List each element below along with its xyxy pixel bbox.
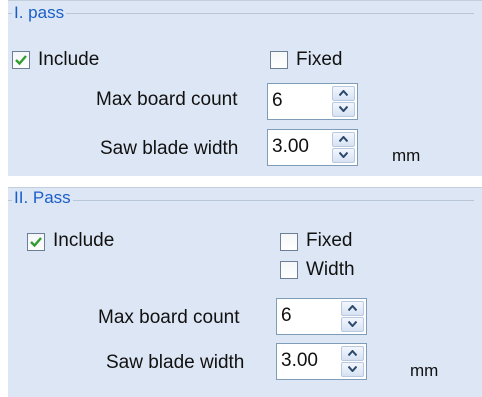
pass-2-max-board-count-value: 6 — [281, 305, 292, 326]
pass-1-max-board-count-label: Max board count — [96, 89, 238, 110]
pass-2-width-checkbox[interactable] — [280, 261, 298, 279]
pass-1-include-label: Include — [38, 49, 100, 70]
spin-up-button[interactable] — [341, 346, 364, 361]
chevron-down-icon — [339, 152, 348, 158]
pass-1-title: I. pass — [12, 3, 67, 23]
spin-up-button[interactable] — [332, 132, 355, 147]
pass-2-saw-blade-width-label: Saw blade width — [106, 352, 245, 373]
chevron-up-icon — [348, 350, 357, 356]
pass-2-group: II. Pass Include Fixed Width Max board c… — [8, 187, 482, 397]
pass-1-saw-blade-width-spinner[interactable]: 3.00 — [267, 129, 358, 166]
pass-1-fixed-label: Fixed — [296, 49, 343, 70]
pass-1-fixed-checkbox[interactable] — [270, 51, 288, 69]
pass-2-width-label: Width — [306, 259, 355, 280]
spin-up-button[interactable] — [341, 301, 364, 316]
pass-2-max-board-count-label: Max board count — [98, 307, 240, 328]
pass-2-title: II. Pass — [12, 188, 73, 208]
pass-1-max-board-count-value: 6 — [272, 90, 283, 111]
chevron-down-icon — [348, 321, 357, 327]
pass-2-saw-blade-width-value: 3.00 — [281, 350, 318, 371]
pass-2-include-label: Include — [53, 230, 115, 251]
pass-2-saw-blade-width-spinner[interactable]: 3.00 — [276, 343, 367, 380]
pass-2-include-checkbox[interactable] — [27, 233, 45, 251]
group-border — [8, 13, 474, 14]
check-icon — [15, 55, 27, 66]
pass-1-saw-blade-width-label: Saw blade width — [100, 138, 239, 159]
pass-2-saw-blade-width-unit: mm — [410, 361, 439, 380]
group-border — [8, 200, 474, 201]
check-icon — [30, 237, 42, 248]
chevron-down-icon — [339, 106, 348, 112]
pass-2-max-board-count-spinner[interactable]: 6 — [276, 298, 367, 335]
spin-down-button[interactable] — [332, 148, 355, 163]
spin-down-button[interactable] — [332, 102, 355, 117]
pass-1-saw-blade-width-unit: mm — [392, 146, 421, 165]
spin-up-button[interactable] — [332, 86, 355, 101]
pass-1-include-checkbox[interactable] — [12, 51, 30, 69]
spin-down-button[interactable] — [341, 362, 364, 377]
pass-2-fixed-checkbox[interactable] — [280, 233, 298, 251]
chevron-down-icon — [348, 366, 357, 372]
pass-1-group: I. pass Include Fixed Max board count 6 … — [8, 0, 482, 176]
chevron-up-icon — [348, 305, 357, 311]
chevron-up-icon — [339, 136, 348, 142]
pass-2-fixed-label: Fixed — [306, 230, 353, 251]
pass-1-saw-blade-width-value: 3.00 — [272, 136, 309, 157]
pass-1-max-board-count-spinner[interactable]: 6 — [267, 83, 358, 120]
spin-down-button[interactable] — [341, 317, 364, 332]
chevron-up-icon — [339, 90, 348, 96]
